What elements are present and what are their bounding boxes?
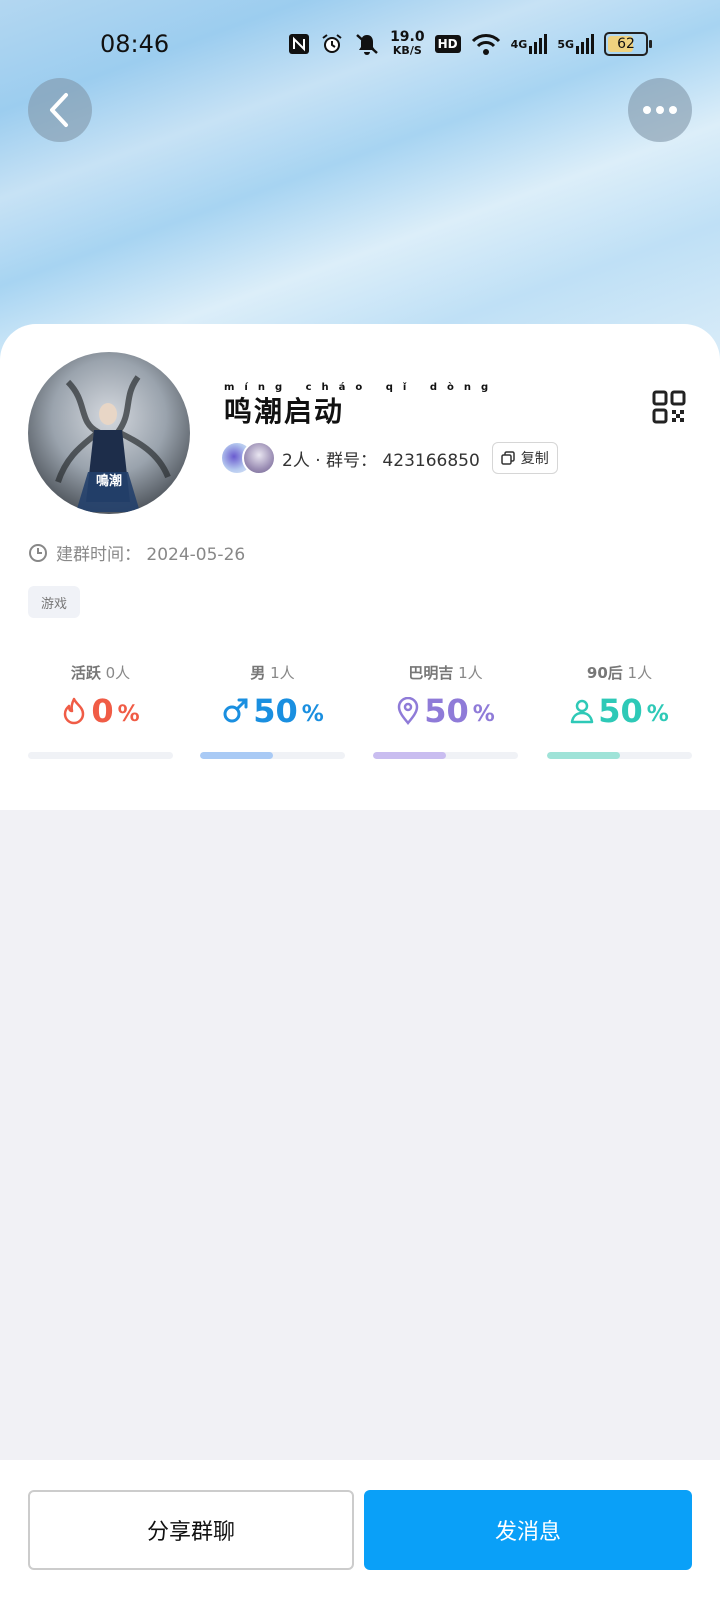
person-icon — [570, 699, 594, 724]
group-tag[interactable]: 游戏 — [28, 586, 80, 618]
stat-bar — [373, 752, 518, 759]
stat-location: 巴明吉 1人 50% — [373, 654, 518, 764]
status-bar: 08:46 19.0 KB/S HD 4G 5G 62 — [0, 0, 720, 92]
created-date: 建群时间： 2024-05-26 — [28, 540, 245, 565]
status-icons: 19.0 KB/S HD 4G 5G 62 — [288, 29, 652, 58]
stat-value: 50% — [200, 692, 345, 730]
send-message-button[interactable]: 发消息 — [364, 1490, 692, 1570]
hd-icon: HD — [434, 30, 461, 58]
status-time: 08:46 — [100, 30, 170, 58]
more-dots-icon — [643, 106, 677, 114]
stat-value: 50% — [373, 692, 518, 730]
stat-label: 活跃 0人 — [70, 664, 131, 682]
location-icon — [397, 697, 419, 725]
stat-bar — [200, 752, 345, 759]
mute-icon — [354, 30, 380, 58]
stats-row: 活跃 0人 0% 男 1人 50% 巴明吉 1人 50% 90后 1人 50 % — [28, 654, 692, 764]
member-count-and-id: 2人 · 群号： 423166850 — [282, 450, 480, 471]
wifi-icon — [471, 30, 501, 58]
stat-active: 活跃 0人 0% — [28, 654, 173, 764]
clock-icon — [29, 543, 47, 562]
stat-label: 90后 1人 — [586, 664, 653, 682]
stat-bar — [547, 752, 692, 759]
stat-label: 男 1人 — [250, 664, 295, 682]
back-button[interactable] — [28, 78, 92, 142]
member-row: 2人 · 群号： 423166850 复制 — [220, 441, 558, 475]
stat-male: 男 1人 50% — [200, 654, 345, 764]
flame-icon — [64, 697, 85, 725]
qr-code-icon[interactable] — [652, 390, 686, 424]
copy-button[interactable]: 复制 — [491, 442, 558, 474]
group-info-card: 鳴潮 míng cháo qǐ dòng 鸣潮启动 2人 · 群号： 42316… — [0, 324, 720, 810]
signal-5g-icon: 5G — [557, 30, 594, 58]
alarm-icon — [320, 30, 344, 58]
stat-label: 巴明吉 1人 — [408, 664, 483, 682]
bottom-action-bar: 分享群聊 发消息 — [0, 1460, 720, 1600]
copy-icon — [501, 451, 515, 465]
chevron-left-icon — [50, 93, 68, 127]
group-avatar[interactable]: 鳴潮 — [28, 352, 190, 514]
stat-bar — [28, 752, 173, 759]
battery-icon: 62 — [604, 32, 652, 56]
member-avatar[interactable] — [242, 441, 276, 475]
nfc-icon — [288, 30, 310, 58]
more-button[interactable] — [628, 78, 692, 142]
avatar-art — [55, 375, 171, 512]
stat-value: 50% — [547, 692, 692, 730]
share-group-button[interactable]: 分享群聊 — [28, 1490, 354, 1570]
stat-value: 0% — [28, 692, 173, 730]
copy-label: 复制 — [520, 451, 549, 467]
stat-age: 90后 1人 50% — [547, 654, 692, 764]
created-text: 建群时间： 2024-05-26 — [56, 545, 246, 565]
avatar-logo: 鳴潮 — [95, 474, 122, 489]
net-speed: 19.0 KB/S — [390, 29, 425, 57]
signal-4g-icon: 4G — [511, 30, 548, 58]
male-icon — [223, 698, 248, 723]
group-name: 鸣潮启动 — [224, 395, 345, 428]
